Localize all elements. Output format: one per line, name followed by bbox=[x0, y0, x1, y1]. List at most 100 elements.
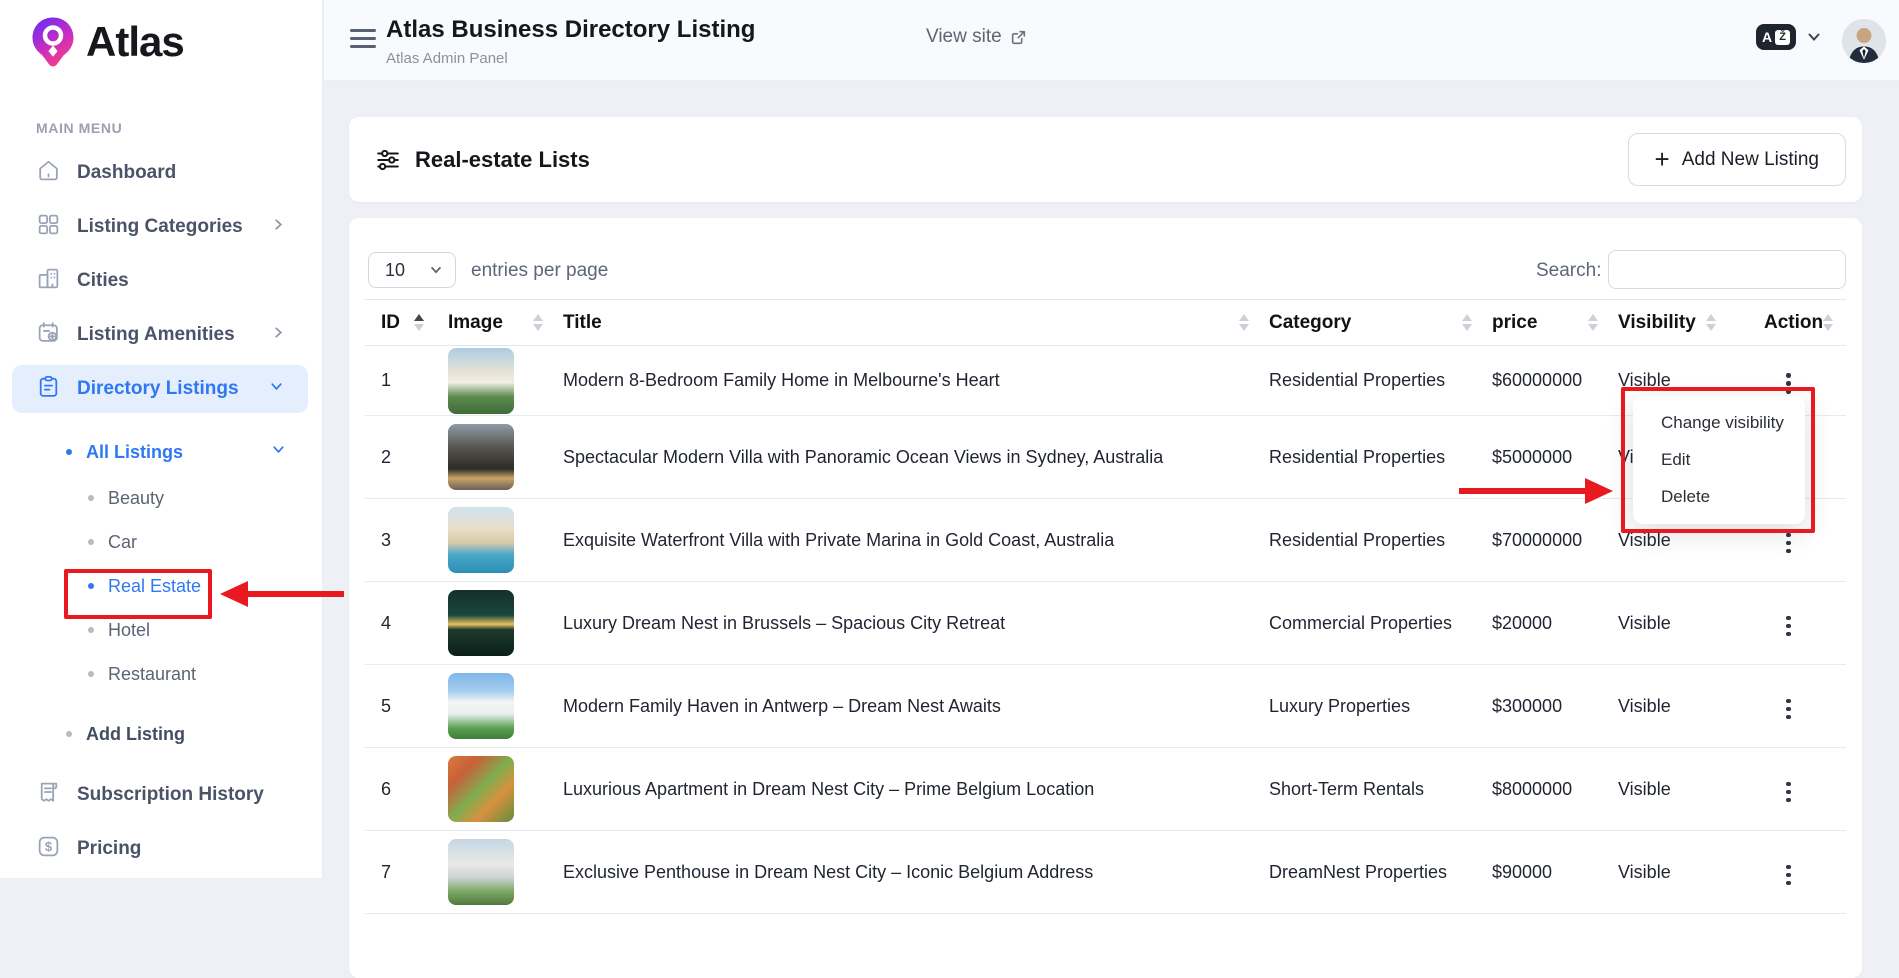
search-input[interactable] bbox=[1608, 250, 1846, 289]
page-size-select[interactable]: 10 bbox=[368, 252, 456, 288]
sidebar-item-label: Directory Listings bbox=[77, 378, 239, 400]
listing-thumbnail[interactable] bbox=[448, 424, 514, 490]
column-header-id[interactable]: ID bbox=[365, 300, 448, 346]
sidebar-item-beauty[interactable]: Beauty bbox=[0, 476, 322, 520]
column-label: Category bbox=[1269, 312, 1351, 334]
row-actions-button[interactable] bbox=[1780, 776, 1797, 809]
table-row: 5Modern Family Haven in Antwerp – Dream … bbox=[365, 665, 1846, 748]
sidebar-item-label: Beauty bbox=[108, 488, 164, 509]
sidebar-item-add-listing[interactable]: Add Listing bbox=[0, 712, 322, 756]
sort-icon[interactable] bbox=[1588, 314, 1598, 331]
sort-icon[interactable] bbox=[533, 314, 543, 331]
sort-icon[interactable] bbox=[1823, 314, 1833, 331]
listing-thumbnail[interactable] bbox=[448, 839, 514, 905]
buildings-icon bbox=[36, 266, 61, 296]
cell-id: 1 bbox=[365, 346, 448, 416]
table-row: 6 Luxurious Apartment in Dream Nest City … bbox=[365, 748, 1846, 831]
sort-icon[interactable] bbox=[1239, 314, 1249, 331]
column-header-title[interactable]: Title bbox=[563, 300, 1269, 346]
brand-logo[interactable]: Atlas bbox=[0, 0, 322, 68]
language-selector[interactable]: AŽ bbox=[1756, 24, 1822, 50]
column-header-action[interactable]: Action bbox=[1736, 300, 1846, 346]
sidebar-item-label: Hotel bbox=[108, 620, 150, 641]
cell-price: $20000 bbox=[1492, 582, 1618, 665]
home-icon bbox=[36, 158, 61, 188]
listing-thumbnail[interactable] bbox=[448, 348, 514, 414]
column-label: Image bbox=[448, 312, 503, 334]
listing-thumbnail[interactable] bbox=[448, 756, 514, 822]
cell-category: Short-Term Rentals bbox=[1269, 748, 1492, 831]
column-header-category[interactable]: Category bbox=[1269, 300, 1492, 346]
chevron-down-icon bbox=[271, 442, 286, 462]
table-row: 4Luxury Dream Nest in Brussels – Spaciou… bbox=[365, 582, 1846, 665]
page-title: Atlas Business Directory Listing bbox=[386, 16, 755, 44]
cell-category: Luxury Properties bbox=[1269, 665, 1492, 748]
sidebar-item-listing-amenities[interactable]: Listing Amenities bbox=[0, 308, 322, 362]
sidebar-item-label: Cities bbox=[77, 270, 129, 292]
sidebar-item-label: Pricing bbox=[77, 838, 141, 860]
filters-icon bbox=[375, 147, 401, 173]
cell-id: 2 bbox=[365, 416, 448, 499]
column-header-price[interactable]: price bbox=[1492, 300, 1618, 346]
row-actions-button[interactable] bbox=[1780, 693, 1797, 726]
cell-category: DreamNest Properties bbox=[1269, 831, 1492, 914]
cell-price: $90000 bbox=[1492, 831, 1618, 914]
sidebar-item-listing-categories[interactable]: Listing Categories bbox=[0, 200, 322, 254]
table-header-row: ID Image Title Category priceVisibility Actio… bbox=[365, 300, 1846, 346]
row-actions-button[interactable] bbox=[1780, 859, 1797, 892]
cell-id: 7 bbox=[365, 831, 448, 914]
cell-image bbox=[448, 665, 563, 748]
sidebar-item-subscription-history[interactable]: Subscription History bbox=[0, 768, 322, 822]
cell-id: 3 bbox=[365, 499, 448, 582]
menu-toggle-icon[interactable] bbox=[350, 29, 376, 53]
sort-icon[interactable] bbox=[414, 314, 424, 331]
chevron-down-icon bbox=[1806, 29, 1822, 45]
sort-icon[interactable] bbox=[1462, 314, 1472, 331]
page-subtitle: Atlas Admin Panel bbox=[386, 50, 755, 67]
chevron-right-icon bbox=[271, 325, 286, 345]
bullet-icon bbox=[88, 539, 94, 545]
entries-per-page-label: entries per page bbox=[471, 260, 608, 282]
view-site-link[interactable]: View site bbox=[926, 26, 1027, 48]
listing-thumbnail[interactable] bbox=[448, 590, 514, 656]
sort-icon[interactable] bbox=[1706, 314, 1716, 331]
sidebar-item-label: All Listings bbox=[86, 442, 183, 463]
chevron-right-icon bbox=[271, 217, 286, 237]
translate-icon: AŽ bbox=[1756, 24, 1796, 50]
row-actions-button[interactable] bbox=[1780, 610, 1797, 643]
sidebar-item-restaurant[interactable]: Restaurant bbox=[0, 652, 322, 696]
atlas-pin-icon bbox=[30, 16, 76, 68]
cell-image bbox=[448, 748, 563, 831]
cell-visibility: Visible bbox=[1618, 665, 1736, 748]
sidebar-item-pricing[interactable]: $ Pricing bbox=[0, 822, 322, 876]
sidebar: Atlas MAIN MENU Dashboard Listing Catego… bbox=[0, 0, 323, 878]
grid-icon bbox=[36, 212, 61, 242]
brand-name: Atlas bbox=[86, 18, 184, 66]
listing-thumbnail[interactable] bbox=[448, 673, 514, 739]
sidebar-item-all-listings[interactable]: All Listings bbox=[0, 428, 322, 476]
cell-action bbox=[1736, 582, 1846, 665]
table-row: 7Exclusive Penthouse in Dream Nest City … bbox=[365, 831, 1846, 914]
column-header-image[interactable]: Image bbox=[448, 300, 563, 346]
column-label: ID bbox=[381, 312, 400, 334]
cell-visibility: Visible bbox=[1618, 582, 1736, 665]
receipt-icon bbox=[36, 780, 61, 810]
column-header-visibility[interactable]: Visibility bbox=[1618, 300, 1736, 346]
column-label: Title bbox=[563, 312, 602, 334]
user-avatar[interactable] bbox=[1842, 19, 1886, 63]
cell-image bbox=[448, 499, 563, 582]
cell-title: Luxurious Apartment in Dream Nest City –… bbox=[563, 748, 1269, 831]
add-new-listing-button[interactable]: + Add New Listing bbox=[1628, 133, 1846, 186]
dollar-icon: $ bbox=[36, 834, 61, 864]
cell-visibility: Visible bbox=[1618, 748, 1736, 831]
cell-id: 6 bbox=[365, 748, 448, 831]
sidebar-item-cities[interactable]: Cities bbox=[0, 254, 322, 308]
column-label: Action bbox=[1764, 312, 1823, 334]
card-title: Real-estate Lists bbox=[415, 147, 590, 173]
listing-thumbnail[interactable] bbox=[448, 507, 514, 573]
annotation-box-real-estate bbox=[64, 569, 212, 619]
sidebar-item-directory-listings[interactable]: Directory Listings bbox=[12, 365, 308, 413]
sidebar-item-dashboard[interactable]: Dashboard bbox=[0, 146, 322, 200]
cell-id: 5 bbox=[365, 665, 448, 748]
sidebar-item-car[interactable]: Car bbox=[0, 520, 322, 564]
